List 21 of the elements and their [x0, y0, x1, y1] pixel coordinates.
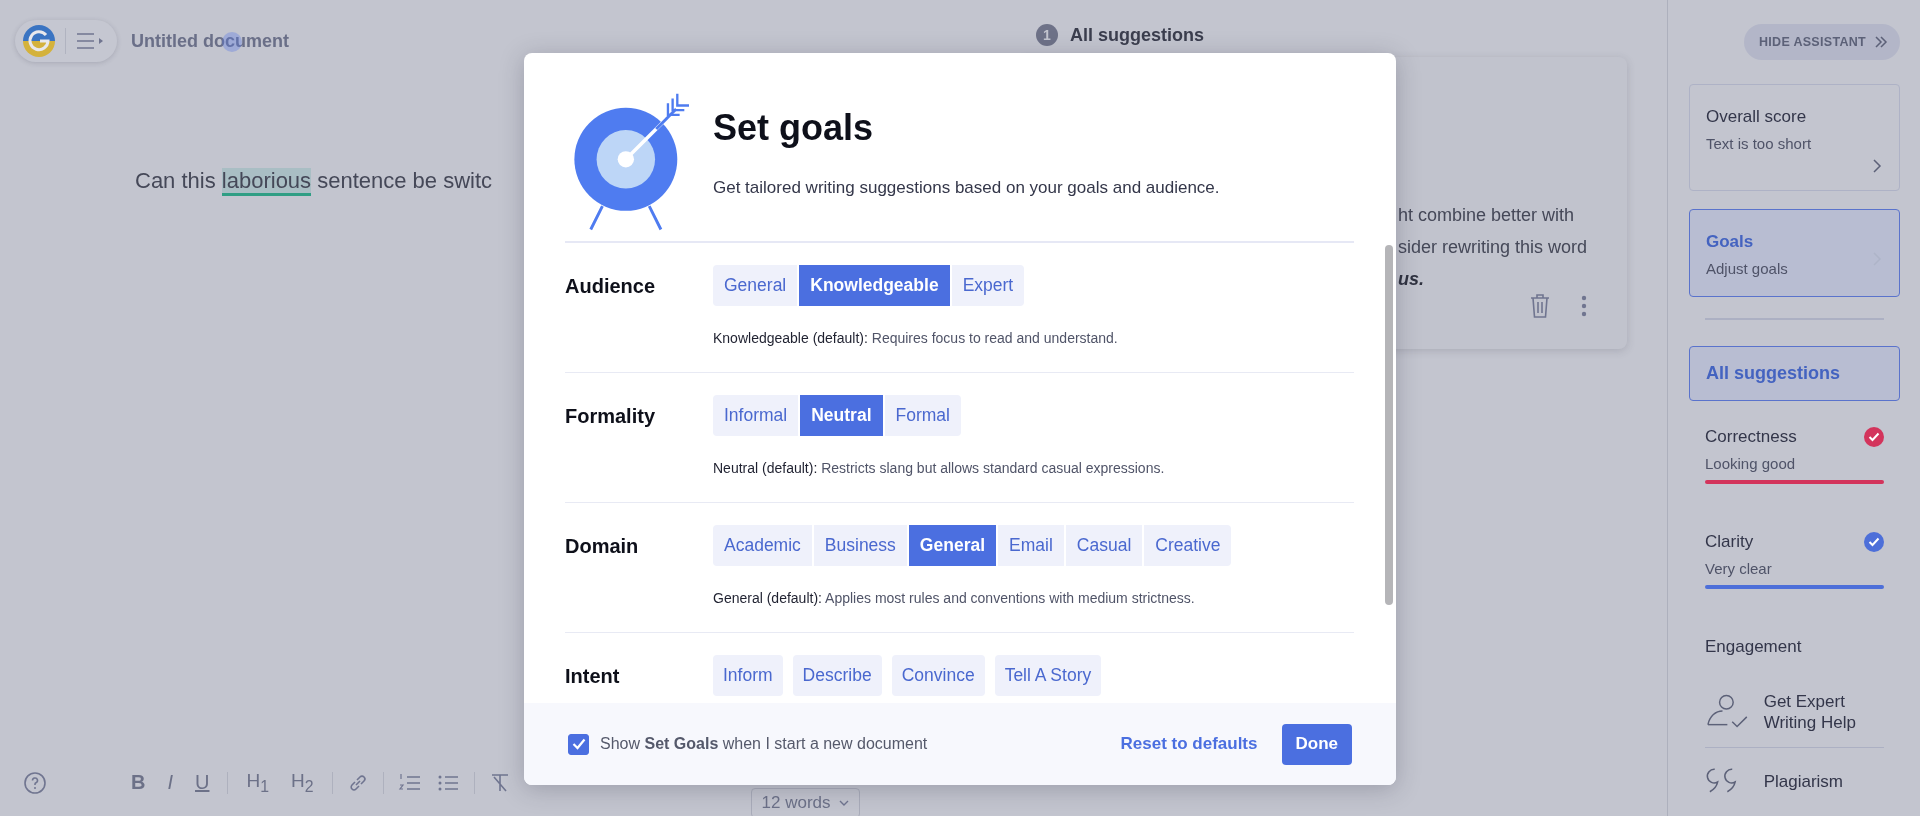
- goal-description: Knowledgeable (default): Requires focus to read and understand.: [713, 330, 1118, 346]
- goal-label: Domain: [565, 534, 640, 559]
- suggestions-heading: All suggestions: [1070, 24, 1204, 46]
- card-subtitle: Adjust goals: [1706, 260, 1789, 277]
- suggestion-count-badge: 1: [1036, 24, 1058, 46]
- card-subtitle: Text is too short: [1706, 135, 1813, 152]
- category-status: Looking good: [1705, 455, 1797, 472]
- goal-description: General (default): Applies most rules and conventions with medium strictness.: [713, 590, 1196, 606]
- suggestion-text: us.: [1398, 268, 1425, 291]
- suggestion-text: ht combine better with: [1398, 204, 1576, 227]
- card-title: Goals: [1706, 232, 1755, 252]
- goal-label: Audience: [565, 274, 657, 299]
- dialog-subtitle: Get tailored writing suggestions based on your goals and audience.: [713, 178, 1220, 198]
- category-status: Very clear: [1705, 560, 1773, 577]
- suggestion-text: sider rewriting this word: [1398, 236, 1589, 259]
- dialog-title: Set goals: [713, 107, 875, 149]
- card-title: Overall score: [1706, 107, 1808, 127]
- checkbox-label: Show Set Goals when I start a new document: [600, 735, 928, 753]
- goal-label: Intent: [565, 664, 621, 689]
- goal-description: Neutral (default): Restricts slang but allows standard casual expressions.: [713, 460, 1165, 476]
- goal-label: Formality: [565, 404, 657, 429]
